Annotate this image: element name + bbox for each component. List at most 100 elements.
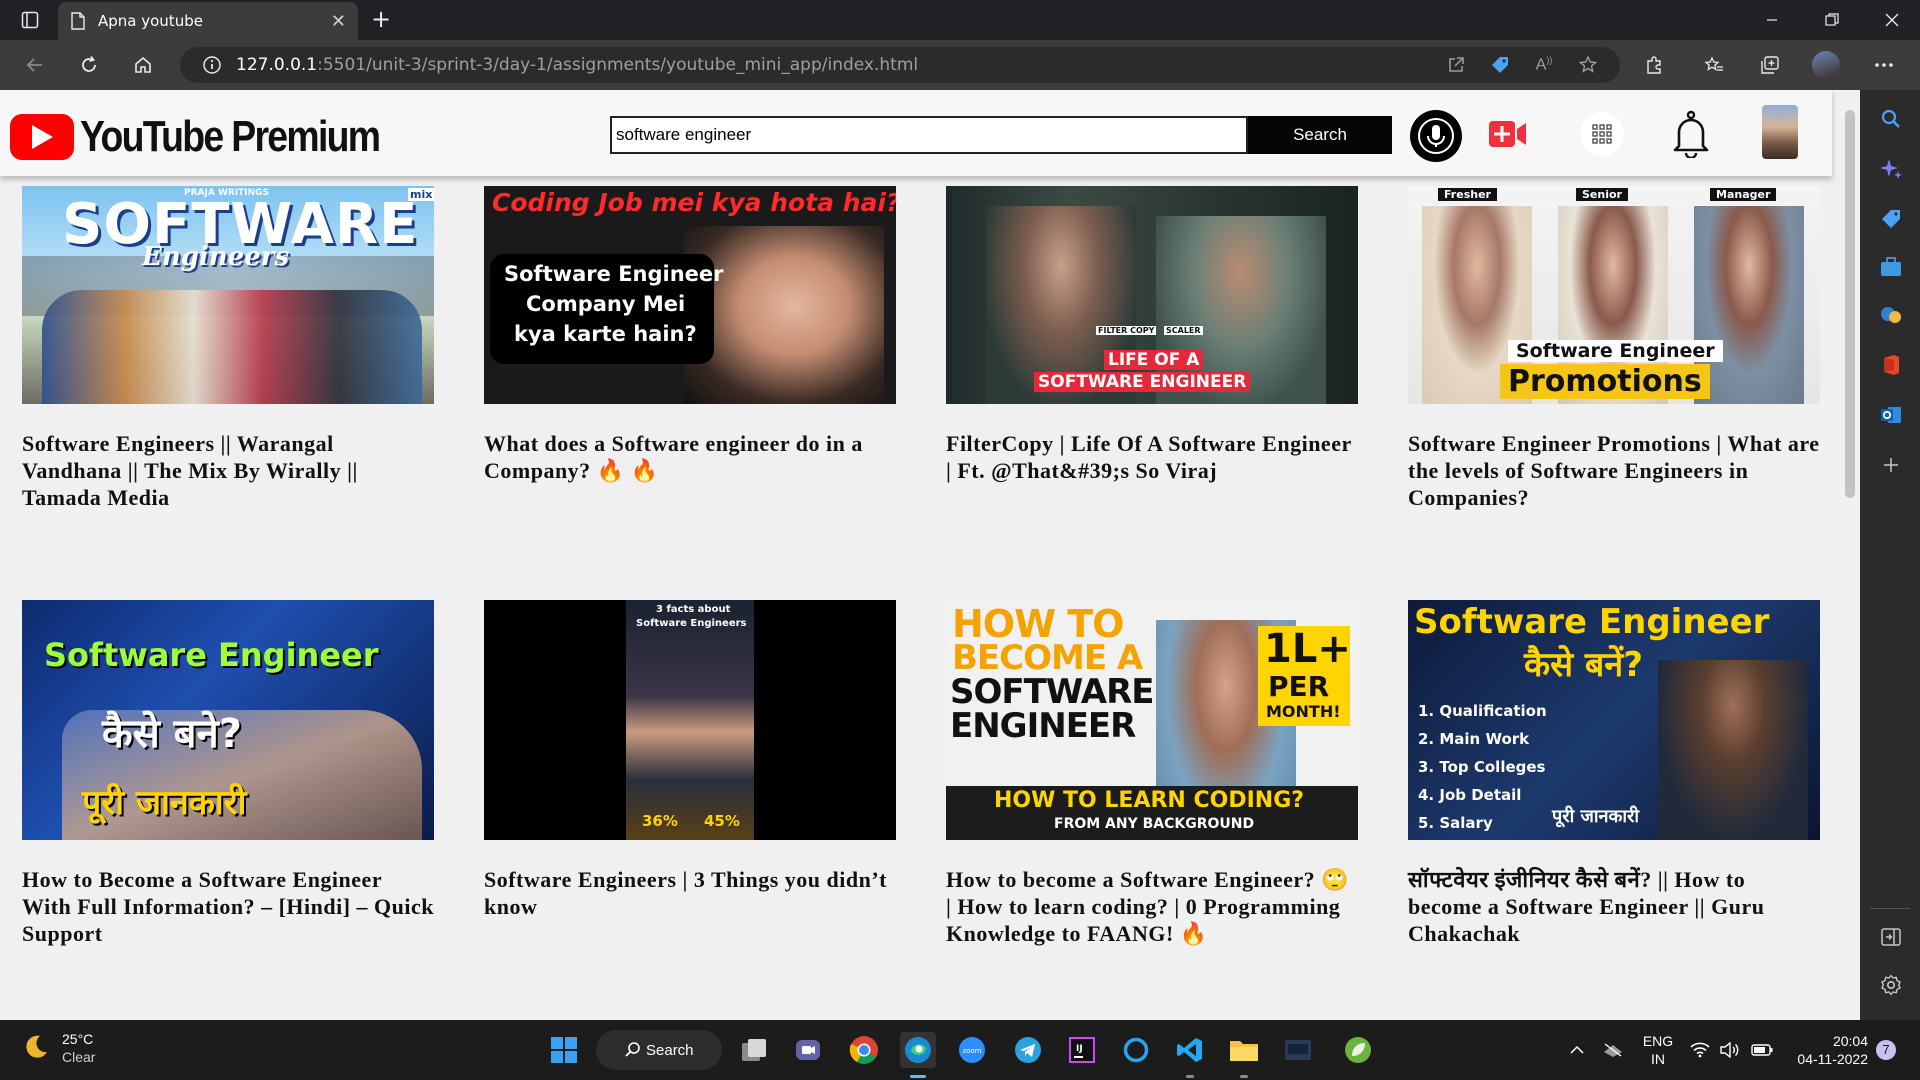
svg-text:zoom: zoom [962, 1047, 981, 1055]
collections-icon[interactable] [1754, 50, 1786, 80]
video-title[interactable]: What does a Software engineer do in a Co… [484, 430, 896, 484]
video-card[interactable]: PRAJA WRITINGS mix SOFTWARE Engineers So… [22, 186, 434, 510]
thumb-caption: SCALER [1164, 326, 1203, 335]
video-thumbnail[interactable]: Software Engineer कैसे बने? पूरी जानकारी [22, 600, 434, 840]
thumb-caption: पूरी जानकारी [82, 783, 247, 823]
vscode-open-indicator [1186, 1075, 1194, 1078]
video-thumbnail[interactable]: PRAJA WRITINGS mix SOFTWARE Engineers [22, 186, 434, 404]
windows-taskbar: 25°C Clear Search zoom IJ ENG IN 20:04 0… [0, 1020, 1920, 1080]
video-title[interactable]: How to become a Software Engineer? 🙄 | H… [946, 866, 1358, 947]
refresh-icon[interactable] [72, 49, 106, 81]
outlook-icon[interactable] [1878, 402, 1904, 428]
microphone-icon[interactable] [1410, 110, 1462, 162]
video-title[interactable]: Software Engineers | 3 Things you didn’t… [484, 866, 896, 920]
create-video-icon[interactable] [1488, 114, 1528, 154]
wifi-icon[interactable] [1688, 1032, 1712, 1068]
video-thumbnail[interactable]: Coding Job mei kya hota hai? Software En… [484, 186, 896, 404]
thumb-caption: 5. Salary [1418, 814, 1493, 832]
search-button[interactable]: Search [1248, 116, 1392, 154]
telegram-icon[interactable] [1010, 1032, 1046, 1068]
clock[interactable]: 20:04 04-11-2022 [1788, 1032, 1868, 1068]
video-card[interactable]: 3 facts about Software Engineers 36% 45%… [484, 600, 896, 919]
open-in-app-icon[interactable] [1440, 50, 1472, 80]
video-title[interactable]: Software Engineers || Warangal Vandhana … [22, 430, 434, 511]
video-title[interactable]: Software Engineer Promotions | What are … [1408, 430, 1820, 511]
tools-briefcase-icon[interactable] [1878, 254, 1904, 280]
zoom-icon[interactable]: zoom [954, 1032, 990, 1068]
video-card[interactable]: HOW TO BECOME A SOFTWARE ENGINEER 1L+ PE… [946, 600, 1358, 946]
video-thumbnail[interactable]: Fresher Senior Manager Software Engineer… [1408, 186, 1820, 404]
tab-close-icon[interactable]: ✕ [331, 11, 346, 32]
video-title[interactable]: How to Become a Software Engineer With F… [22, 866, 434, 947]
home-icon[interactable] [126, 49, 160, 81]
intellij-icon[interactable]: IJ [1064, 1032, 1100, 1068]
chevron-up-icon[interactable] [1566, 1032, 1588, 1068]
shopping-tag-icon[interactable] [1878, 206, 1904, 232]
apps-grid-icon[interactable] [1580, 112, 1624, 156]
video-card[interactable]: Software Engineer कैसे बने? पूरी जानकारी… [22, 600, 434, 946]
page-scrollbar[interactable] [1842, 90, 1860, 1020]
more-menu-icon[interactable] [1868, 50, 1900, 80]
video-card[interactable]: Software Engineer कैसे बनें? 1. Qualific… [1408, 600, 1820, 946]
video-thumbnail[interactable]: 3 facts about Software Engineers 36% 45% [484, 600, 896, 840]
search-icon[interactable] [1878, 106, 1904, 132]
video-card[interactable]: Coding Job mei kya hota hai? Software En… [484, 186, 896, 483]
video-thumbnail[interactable]: Software Engineer कैसे बनें? 1. Qualific… [1408, 600, 1820, 840]
vscode-icon[interactable] [1172, 1032, 1208, 1068]
notification-bell-icon[interactable] [1670, 108, 1712, 160]
youtube-logo[interactable]: YouTube Premium [10, 112, 432, 162]
language-indicator[interactable]: ENG IN [1640, 1032, 1676, 1068]
chrome-icon[interactable] [846, 1032, 882, 1068]
weather-widget[interactable]: 25°C Clear [20, 1030, 95, 1066]
volume-icon[interactable] [1718, 1032, 1742, 1068]
lang-region: IN [1651, 1051, 1665, 1067]
read-aloud-icon[interactable]: A)) [1528, 50, 1560, 80]
thumb-caption: MONTH! [1266, 702, 1341, 721]
site-info-icon[interactable] [202, 55, 222, 75]
new-tab-button[interactable]: + [366, 6, 396, 34]
add-favorite-icon[interactable] [1572, 50, 1604, 80]
task-view-icon[interactable] [736, 1032, 772, 1068]
edge-icon[interactable] [900, 1032, 936, 1068]
extensions-icon[interactable] [1638, 50, 1670, 80]
discover-sparkle-icon[interactable] [1878, 156, 1904, 182]
games-icon[interactable] [1878, 302, 1904, 328]
user-avatar[interactable] [1762, 105, 1798, 159]
search-input[interactable] [610, 116, 1248, 154]
video-thumbnail[interactable]: HOW TO BECOME A SOFTWARE ENGINEER 1L+ PE… [946, 600, 1358, 840]
hide-sidebar-icon[interactable] [1878, 924, 1904, 950]
battery-icon[interactable] [1748, 1032, 1776, 1068]
spring-leaf-icon[interactable] [1340, 1032, 1376, 1068]
browser-tab[interactable]: Apna youtube ✕ [58, 2, 358, 40]
taskbar-search[interactable]: Search [596, 1030, 722, 1070]
thumb-caption: Fresher [1438, 188, 1497, 201]
office-icon[interactable] [1878, 352, 1904, 378]
video-title[interactable]: सॉफ्टवेयर इंजीनियर कैसे बनें? || How to … [1408, 866, 1820, 947]
coupon-tag-icon[interactable] [1484, 50, 1516, 80]
minimize-icon[interactable] [1744, 0, 1800, 40]
scrollbar-thumb[interactable] [1845, 110, 1855, 498]
restore-icon[interactable] [1804, 0, 1860, 40]
windows-start-icon[interactable] [546, 1032, 582, 1068]
file-explorer-icon[interactable] [1226, 1032, 1262, 1068]
cortana-icon[interactable] [1118, 1032, 1154, 1068]
video-card[interactable]: Fresher Senior Manager Software Engineer… [1408, 186, 1820, 510]
address-bar[interactable]: 127.0.0.1:5501/unit-3/sprint-3/day-1/ass… [180, 47, 1620, 83]
tab-actions-icon[interactable] [12, 8, 48, 32]
tray-app-icon[interactable] [1600, 1032, 1626, 1068]
video-card[interactable]: FILTER COPY SCALER LIFE OF A SOFTWARE EN… [946, 186, 1358, 483]
add-sidebar-app-icon[interactable] [1878, 452, 1904, 478]
teams-chat-icon[interactable] [790, 1032, 826, 1068]
video-thumbnail[interactable]: FILTER COPY SCALER LIFE OF A SOFTWARE EN… [946, 186, 1358, 404]
profile-avatar[interactable] [1810, 50, 1842, 80]
thumb-caption: 2. Main Work [1418, 730, 1530, 748]
edge-active-indicator [910, 1075, 926, 1078]
close-window-icon[interactable] [1864, 0, 1920, 40]
settings-gear-icon[interactable] [1878, 972, 1904, 998]
video-title[interactable]: FilterCopy | Life Of A Software Engineer… [946, 430, 1358, 484]
code-editor-app-icon[interactable] [1280, 1032, 1316, 1068]
notification-badge[interactable]: 7 [1876, 1040, 1896, 1060]
thumb-caption: 45% [704, 812, 740, 830]
favorites-icon[interactable] [1698, 50, 1730, 80]
back-icon[interactable] [18, 49, 52, 81]
